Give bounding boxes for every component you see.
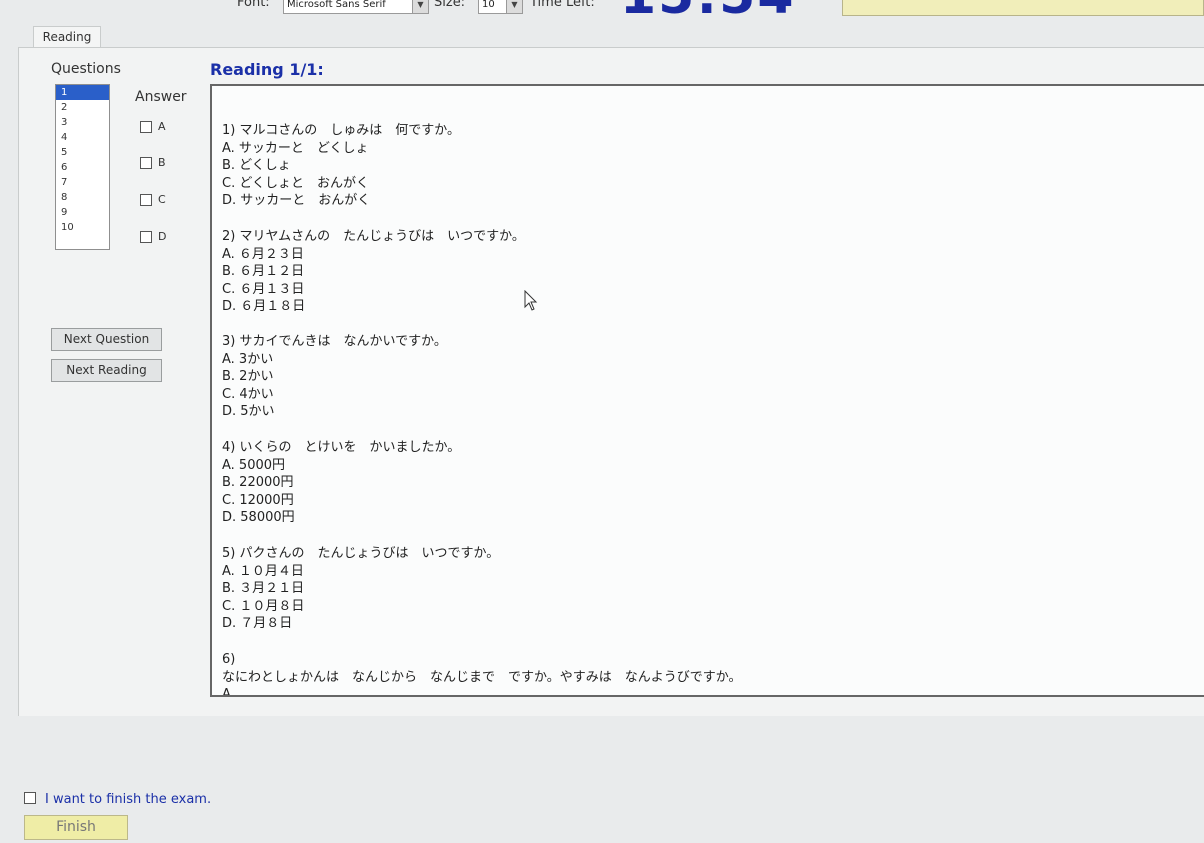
question-list-item[interactable]: 5 [56, 145, 109, 160]
choice-text: D. 5かい [222, 404, 275, 419]
answer-option-label: C [158, 193, 166, 206]
choice-text: C. 4かい [222, 386, 274, 402]
question-list-item[interactable]: 10 [56, 220, 109, 235]
choice-text: A [222, 687, 231, 697]
countdown-timer: 15:54 [620, 0, 796, 20]
question-list-item[interactable]: 9 [56, 205, 109, 220]
question-text: 1) マルコさんの しゅみは 何ですか。 [222, 123, 460, 138]
question-list-item[interactable]: 2 [56, 100, 109, 115]
answer-checkbox-a[interactable] [140, 120, 152, 133]
choice-text: A. 3かい [222, 351, 274, 367]
reading-question-3: 3) サカイでんきは なんかいですか。 A. 3かい B. 2かい C. 4かい… [222, 333, 447, 421]
question-text: 2) マリヤムさんの たんじょうびは いつですか。 [222, 229, 525, 244]
size-label: Size: [434, 0, 466, 10]
answer-option-c[interactable]: C [140, 193, 166, 206]
answer-option-label: D [158, 230, 167, 243]
answer-option-label: B [158, 156, 166, 169]
reading-question-2: 2) マリヤムさんの たんじょうびは いつですか。 A. ６月２３日 B. ６月… [222, 228, 525, 316]
choice-text: C. 12000円 [222, 492, 294, 508]
choice-text: D. ７月８日 [222, 616, 293, 631]
question-list[interactable]: 1 2 3 4 5 6 7 8 9 10 [55, 84, 110, 250]
choice-text: B. ６月１２日 [222, 264, 305, 279]
choice-text: C. １０月８日 [222, 598, 305, 614]
size-select-value: 10 [482, 0, 495, 10]
answer-checkbox-b[interactable] [140, 156, 152, 169]
answer-option-d[interactable]: D [140, 230, 166, 243]
question-list-item[interactable]: 7 [56, 175, 109, 190]
question-list-item[interactable]: 8 [56, 190, 109, 205]
question-text: 5) パクさんの たんじょうびは いつですか。 [222, 546, 500, 561]
answer-option-a[interactable]: A [140, 120, 166, 133]
choice-text: B. どくしょ [222, 158, 291, 173]
questions-heading: Questions [51, 61, 121, 77]
choice-text: A. ６月２３日 [222, 246, 304, 262]
choice-text: C. どくしょと おんがく [222, 175, 369, 191]
answer-checkbox-c[interactable] [140, 193, 152, 206]
time-left-label: Time Left: [530, 0, 595, 10]
tab-reading[interactable]: Reading [33, 26, 101, 49]
font-select-value: Microsoft Sans Serif [287, 0, 386, 10]
question-text: 3) サカイでんきは なんかいですか。 [222, 334, 447, 349]
status-box [842, 0, 1204, 16]
choice-text: B. ３月２１日 [222, 581, 305, 596]
choice-text: なにわとしょかんは なんじから なんじまで ですか。やすみは なんようびですか。 [222, 669, 742, 685]
mouse-pointer-icon [524, 290, 538, 311]
choice-text: B. 2かい [222, 369, 274, 384]
reading-question-1: 1) マルコさんの しゅみは 何ですか。 A. サッカーと どくしょ B. どく… [222, 122, 460, 210]
question-list-item[interactable]: 1 [56, 85, 109, 100]
choice-text: A. １０月４日 [222, 563, 304, 579]
choice-text: D. 58000円 [222, 510, 295, 525]
choice-text: A. 5000円 [222, 457, 286, 473]
reading-question-5: 5) パクさんの たんじょうびは いつですか。 A. １０月４日 B. ３月２１… [222, 545, 499, 633]
question-text: 4) いくらの とけいを かいましたか。 [222, 440, 461, 455]
font-select[interactable]: Microsoft Sans Serif ▼ [283, 0, 429, 14]
answer-option-label: A [158, 120, 166, 133]
answer-checkbox-d[interactable] [140, 230, 152, 243]
finish-exam-label[interactable]: I want to finish the exam. [45, 792, 211, 807]
reading-text-area[interactable]: 1) マルコさんの しゅみは 何ですか。 A. サッカーと どくしょ B. どく… [210, 84, 1204, 697]
font-label: Font: [237, 0, 270, 10]
choice-text: A. サッカーと どくしょ [222, 140, 369, 156]
question-list-item[interactable]: 6 [56, 160, 109, 175]
answer-heading: Answer [135, 89, 187, 105]
choice-text: D. サッカーと おんがく [222, 193, 371, 208]
finish-button[interactable]: Finish [24, 815, 128, 840]
choice-text: D. ６月１８日 [222, 299, 306, 314]
question-list-item[interactable]: 4 [56, 130, 109, 145]
next-reading-button[interactable]: Next Reading [51, 359, 162, 382]
size-select[interactable]: 10 ▼ [478, 0, 523, 14]
finish-exam-checkbox[interactable] [24, 792, 36, 804]
reading-title: Reading 1/1: [210, 60, 324, 79]
chevron-down-icon[interactable]: ▼ [506, 0, 522, 13]
next-question-button[interactable]: Next Question [51, 328, 162, 351]
choice-text: C. ６月１３日 [222, 281, 305, 297]
answer-option-b[interactable]: B [140, 156, 166, 169]
top-toolbar: Font: Microsoft Sans Serif ▼ Size: 10 ▼ … [0, 0, 1204, 20]
reading-question-6: 6) なにわとしょかんは なんじから なんじまで ですか。やすみは なんようびで… [222, 651, 742, 697]
question-list-item[interactable]: 3 [56, 115, 109, 130]
chevron-down-icon[interactable]: ▼ [412, 0, 428, 13]
choice-text: B. 22000円 [222, 475, 294, 490]
question-text: 6) [222, 652, 236, 667]
reading-question-4: 4) いくらの とけいを かいましたか。 A. 5000円 B. 22000円 … [222, 439, 460, 527]
